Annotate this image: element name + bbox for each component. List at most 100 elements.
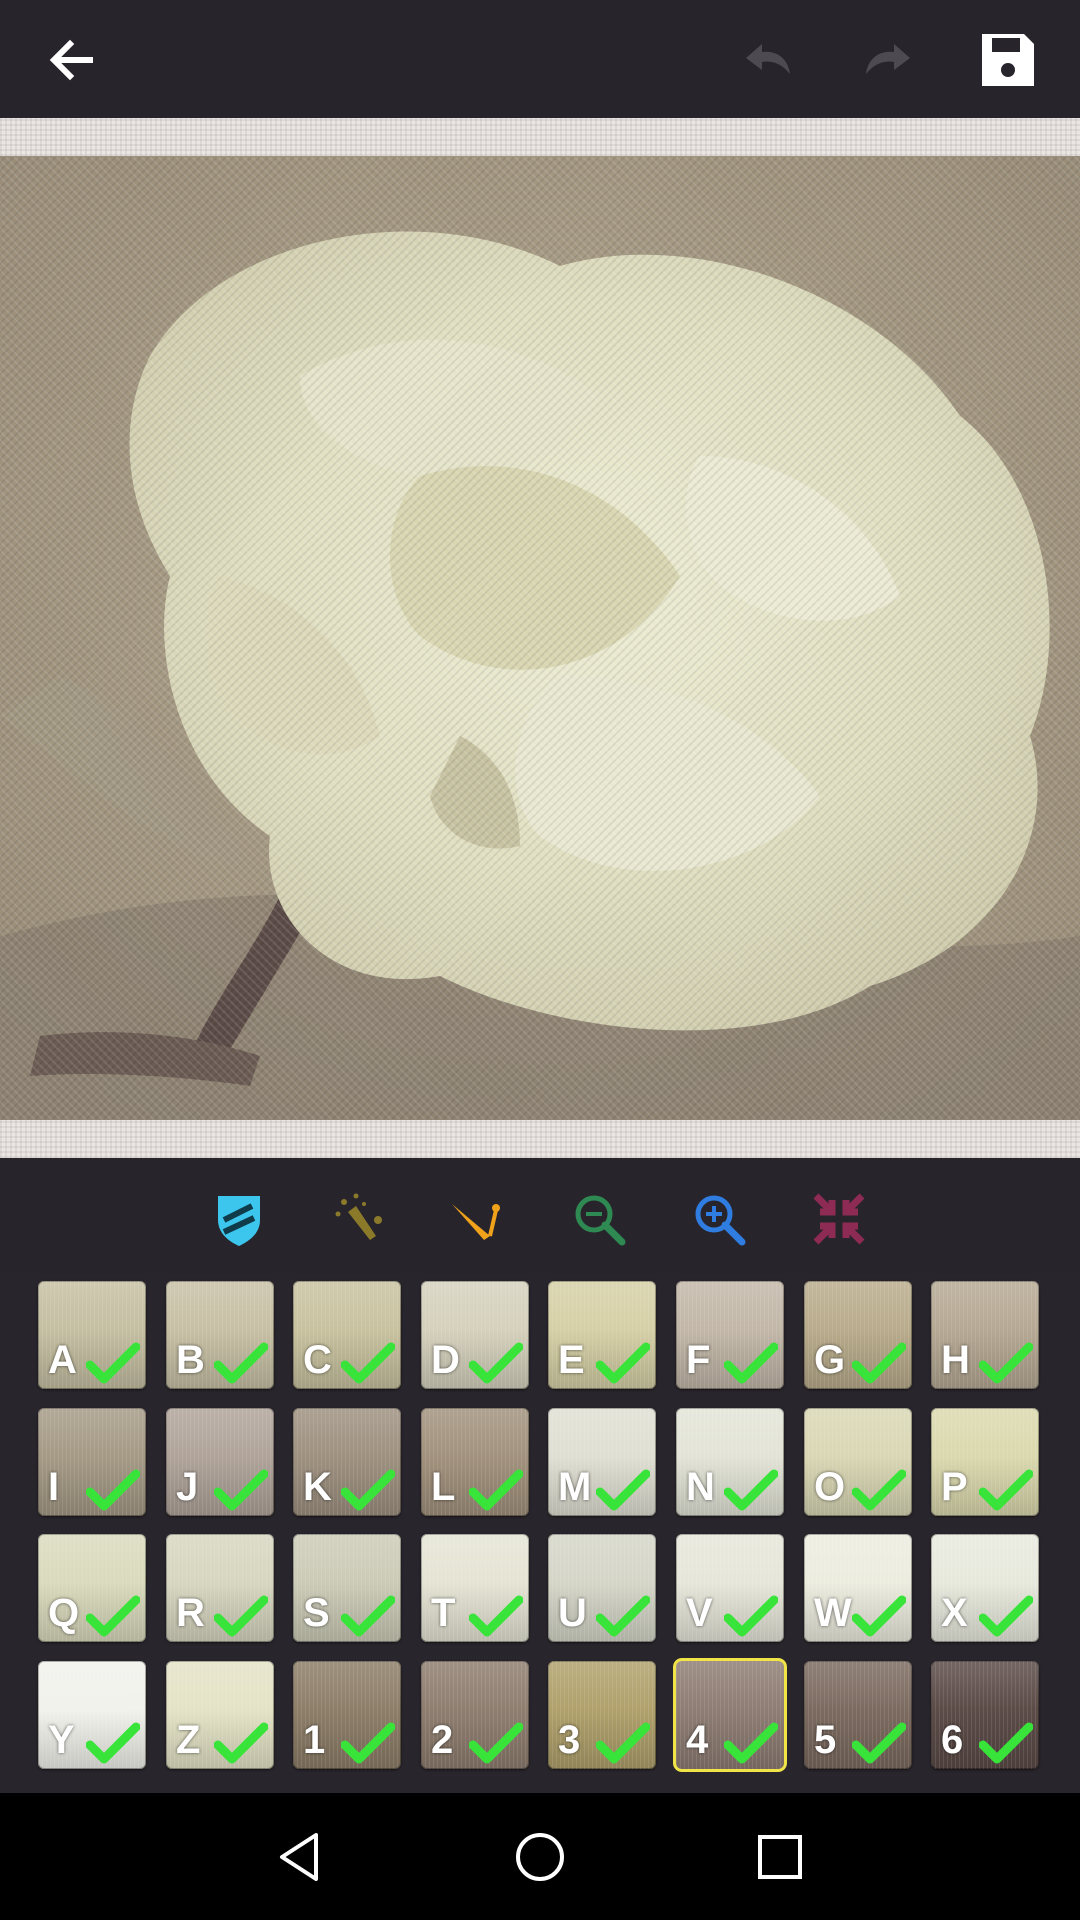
zoom-out-icon: [575, 1195, 626, 1246]
swatch-label: R: [176, 1591, 205, 1635]
nav-recents-button[interactable]: [750, 1827, 810, 1887]
checkmark-icon: [214, 1595, 268, 1637]
swatch-label: 6: [941, 1718, 964, 1762]
system-nav-bar: [0, 1793, 1080, 1920]
color-swatch[interactable]: R: [166, 1534, 274, 1642]
checkmark-icon: [852, 1469, 906, 1511]
color-swatch[interactable]: U: [548, 1534, 656, 1642]
swatch-label: H: [941, 1338, 970, 1382]
color-swatch[interactable]: P: [931, 1408, 1039, 1516]
zoom-out-tool[interactable]: [568, 1188, 630, 1250]
swatch-label: V: [686, 1591, 713, 1635]
swatch-label: 3: [558, 1718, 581, 1762]
checkmark-icon: [596, 1595, 650, 1637]
color-swatch[interactable]: K: [293, 1408, 401, 1516]
swatch-label: 4: [686, 1718, 709, 1762]
swatch-label: N: [686, 1465, 715, 1509]
swatch-label: 1: [303, 1718, 326, 1762]
shield-icon: [218, 1196, 260, 1246]
color-swatch[interactable]: 2: [421, 1661, 529, 1769]
color-swatch[interactable]: H: [931, 1281, 1039, 1389]
nav-home-circle-icon: [516, 1833, 564, 1881]
shield-tool[interactable]: [208, 1188, 270, 1250]
checkmark-icon: [596, 1469, 650, 1511]
checkmark-icon: [341, 1722, 395, 1764]
color-swatch[interactable]: Z: [166, 1661, 274, 1769]
color-swatch[interactable]: E: [548, 1281, 656, 1389]
zoom-in-tool[interactable]: [688, 1188, 750, 1250]
magic-wand-tool[interactable]: [328, 1188, 390, 1250]
swatch-label: U: [558, 1591, 587, 1635]
swatch-label: F: [686, 1338, 711, 1382]
top-toolbar: [0, 0, 1080, 118]
checkmark-icon: [86, 1722, 140, 1764]
checkmark-icon: [979, 1469, 1033, 1511]
nav-home-button[interactable]: [510, 1827, 570, 1887]
swatch-label: O: [814, 1465, 846, 1509]
color-swatch[interactable]: A: [38, 1281, 146, 1389]
color-swatch[interactable]: J: [166, 1408, 274, 1516]
nav-back-triangle-icon: [280, 1833, 318, 1881]
checkmark-icon: [214, 1469, 268, 1511]
checkmark-icon: [852, 1722, 906, 1764]
checkmark-icon: [852, 1342, 906, 1384]
color-swatch[interactable]: O: [804, 1408, 912, 1516]
color-swatch[interactable]: Y: [38, 1661, 146, 1769]
checkmark-icon: [341, 1469, 395, 1511]
color-swatch[interactable]: N: [676, 1408, 784, 1516]
checkmark-icon: [469, 1722, 523, 1764]
color-swatch[interactable]: F: [676, 1281, 784, 1389]
save-button[interactable]: [970, 22, 1046, 98]
swatch-label: D: [431, 1338, 460, 1382]
compress-arrows-icon: [813, 1193, 865, 1245]
checkmark-icon: [341, 1595, 395, 1637]
swatch-label: Z: [176, 1718, 201, 1762]
color-swatch[interactable]: X: [931, 1534, 1039, 1642]
checkmark-icon: [86, 1342, 140, 1384]
checkmark-icon: [341, 1342, 395, 1384]
color-swatch[interactable]: S: [293, 1534, 401, 1642]
color-swatch[interactable]: M: [548, 1408, 656, 1516]
swatch-label: Q: [48, 1591, 80, 1635]
swatch-label: X: [941, 1591, 968, 1635]
checkmark-icon: [86, 1469, 140, 1511]
checkmark-icon: [469, 1342, 523, 1384]
color-swatch[interactable]: D: [421, 1281, 529, 1389]
back-button[interactable]: [34, 22, 110, 98]
color-swatch[interactable]: G: [804, 1281, 912, 1389]
checkmark-icon: [724, 1722, 778, 1764]
redo-button[interactable]: [850, 22, 926, 98]
color-swatch[interactable]: B: [166, 1281, 274, 1389]
zoom-in-icon: [695, 1195, 746, 1246]
swatch-label: W: [814, 1591, 852, 1635]
color-swatch[interactable]: 3: [548, 1661, 656, 1769]
color-swatch[interactable]: W: [804, 1534, 912, 1642]
fit-screen-tool[interactable]: [808, 1188, 870, 1250]
swatch-label: T: [431, 1591, 456, 1635]
color-swatch[interactable]: V: [676, 1534, 784, 1642]
checkmark-icon: [469, 1595, 523, 1637]
undo-button[interactable]: [730, 22, 806, 98]
checkmark-icon: [214, 1722, 268, 1764]
needle-tool[interactable]: [446, 1188, 508, 1250]
checkmark-icon: [979, 1722, 1033, 1764]
color-swatch[interactable]: Q: [38, 1534, 146, 1642]
nav-back-button[interactable]: [270, 1827, 330, 1887]
swatch-label: A: [48, 1338, 77, 1382]
color-swatch[interactable]: C: [293, 1281, 401, 1389]
color-swatch[interactable]: 4: [676, 1661, 784, 1769]
color-swatch[interactable]: L: [421, 1408, 529, 1516]
color-swatch[interactable]: 1: [293, 1661, 401, 1769]
checkmark-icon: [979, 1595, 1033, 1637]
checkmark-icon: [214, 1342, 268, 1384]
color-swatch[interactable]: T: [421, 1534, 529, 1642]
stitch-canvas[interactable]: [0, 118, 1080, 1158]
swatch-label: L: [431, 1465, 456, 1509]
swatch-label: I: [48, 1465, 60, 1509]
color-swatch[interactable]: 6: [931, 1661, 1039, 1769]
pattern-image: [0, 156, 1080, 1120]
swatch-label: G: [814, 1338, 846, 1382]
checkmark-icon: [979, 1342, 1033, 1384]
color-swatch[interactable]: 5: [804, 1661, 912, 1769]
color-swatch[interactable]: I: [38, 1408, 146, 1516]
